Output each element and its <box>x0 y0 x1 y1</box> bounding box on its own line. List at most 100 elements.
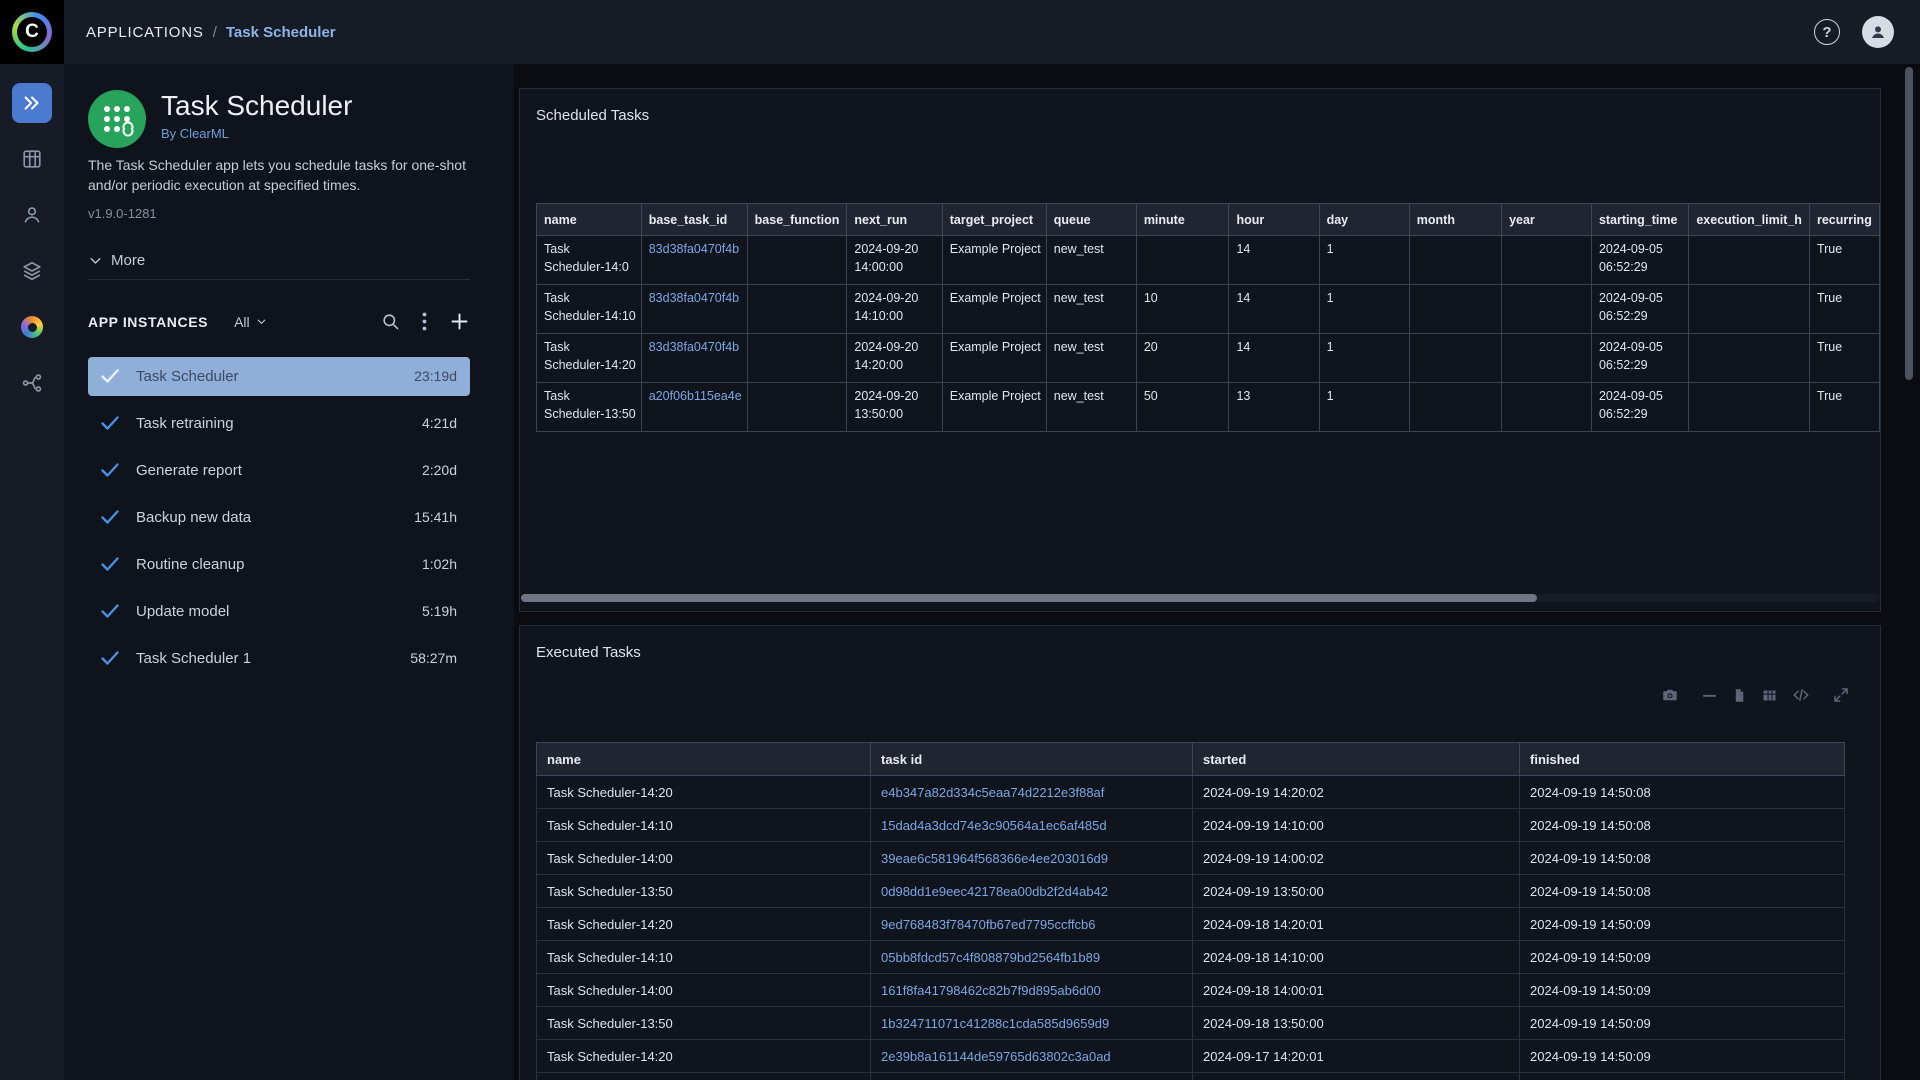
chevron-down-icon <box>90 258 101 264</box>
workers-icon[interactable] <box>12 195 52 235</box>
column-header: day <box>1318 203 1410 236</box>
table-cell: new_test <box>1045 382 1137 432</box>
table-cell <box>1408 382 1503 432</box>
table-cell: Task Scheduler-14:20 <box>536 775 871 809</box>
app-title: Task Scheduler <box>161 90 353 121</box>
horizontal-scrollbar-track[interactable] <box>521 594 1879 602</box>
task-id-link[interactable]: 83d38fa0470f4b <box>640 284 748 334</box>
table-cell: Task Scheduler-14:0 <box>536 235 642 285</box>
table-cell <box>1688 235 1810 285</box>
hyperdatasets-icon[interactable] <box>12 307 52 347</box>
code-icon[interactable] <box>1792 686 1810 704</box>
add-instance-button[interactable] <box>449 311 470 332</box>
logo-letter: C <box>17 17 47 47</box>
app-title-block: Task Scheduler By ClearML <box>161 90 352 148</box>
instance-row[interactable]: Task retraining 4:21d <box>88 404 470 443</box>
camera-icon[interactable] <box>1661 686 1679 704</box>
clearml-logo-icon: C <box>12 12 52 52</box>
minus-icon[interactable] <box>1701 687 1718 704</box>
applications-icon[interactable] <box>12 83 52 123</box>
executed-tasks-table: name task id started finished Task Schedule… <box>536 742 1845 1080</box>
table-cell: Task Scheduler-14:10 <box>536 808 871 842</box>
task-id-link[interactable]: 1b324711071c41288c1cda585d9659d9 <box>870 1006 1193 1040</box>
table-cell: Example Project <box>941 284 1047 334</box>
table-cell: 1 <box>1318 333 1410 383</box>
table-cell <box>1501 284 1592 334</box>
check-icon <box>101 557 119 571</box>
app-instances-label: APP INSTANCES <box>88 313 209 330</box>
task-id-link[interactable]: 161f8fa41798462c82b7f9d895ab6d00 <box>870 973 1193 1007</box>
horizontal-scrollbar-thumb[interactable] <box>521 594 1537 602</box>
table-cell: 1 <box>1318 284 1410 334</box>
table-cell <box>1688 284 1810 334</box>
breadcrumb-applications[interactable]: APPLICATIONS <box>86 24 204 41</box>
instance-row[interactable]: Backup new data 15:41h <box>88 498 470 537</box>
column-header: month <box>1408 203 1503 236</box>
projects-icon[interactable] <box>12 139 52 179</box>
table-cell: 2024-09-19 13:50:00 <box>1192 874 1520 908</box>
instance-name: Backup new data <box>136 508 252 526</box>
table-icon[interactable] <box>1761 687 1778 704</box>
task-id-link[interactable]: 2e39b8a161144de59765d63802c3a0ad <box>870 1039 1193 1073</box>
table-cell: 2024-09-19 14:50:08 <box>1519 775 1845 809</box>
table-cell: Task Scheduler-13:50 <box>536 874 871 908</box>
header-row: name task id started finished <box>536 742 1845 776</box>
table-cell: 2024-09-05 06:52:29 <box>1590 284 1690 334</box>
table-cell <box>746 284 848 334</box>
table-row: Task Scheduler-13:50 0d98dd1e9eec42178ea0… <box>536 874 1845 908</box>
vertical-scrollbar-thumb[interactable] <box>1905 67 1913 380</box>
task-id-link[interactable]: 83d38fa0470f4b <box>640 235 748 285</box>
table-cell: 1 <box>1318 382 1410 432</box>
task-id-link[interactable]: a20f06b115ea4e <box>640 382 748 432</box>
left-rail <box>0 64 64 1080</box>
table-cell: 2024-09-05 06:52:29 <box>1590 235 1690 285</box>
task-id-link[interactable]: 83d38fa0470f4b <box>640 333 748 383</box>
table-cell <box>1408 235 1503 285</box>
datasets-icon[interactable] <box>12 251 52 291</box>
instance-row[interactable]: Update model 5:19h <box>88 592 470 631</box>
task-id-link[interactable]: e4b347a82d334c5eaa74d2212e3f88af <box>870 775 1193 809</box>
instances-filter-dropdown[interactable]: All <box>234 314 267 330</box>
kebab-menu-icon[interactable] <box>422 312 427 331</box>
table-row: Task Scheduler-13:50 1b324711071c41288c1c… <box>536 1006 1845 1040</box>
table-cell <box>1192 1072 1520 1080</box>
column-header: base_function <box>746 203 848 236</box>
instance-name: Routine cleanup <box>136 555 245 573</box>
instance-row[interactable]: Task Scheduler 1 58:27m <box>88 639 470 678</box>
column-header: target_project <box>941 203 1047 236</box>
file-icon[interactable] <box>1732 687 1747 704</box>
instance-row[interactable]: Generate report 2:20d <box>88 451 470 490</box>
search-icon[interactable] <box>381 312 400 331</box>
table-cell: Task Scheduler-14:00 <box>536 841 871 875</box>
column-header: task id <box>870 742 1193 776</box>
help-icon[interactable]: ? <box>1814 19 1840 45</box>
table-row: Task Scheduler-14:00 39eae6c581964f568366… <box>536 841 1845 875</box>
task-id-link[interactable]: 15dad4a3dcd74e3c90564a1ec6af485d <box>870 808 1193 842</box>
instance-row[interactable]: Task Scheduler 23:19d <box>88 356 470 396</box>
help-glyph: ? <box>1822 23 1832 41</box>
column-header: name <box>536 742 871 776</box>
clearml-logo[interactable]: C <box>0 0 64 64</box>
task-id-link[interactable]: 39eae6c581964f568366e4ee203016d9 <box>870 841 1193 875</box>
table-cell: 2024-09-19 14:10:00 <box>1192 808 1520 842</box>
instance-row[interactable]: Routine cleanup 1:02h <box>88 545 470 584</box>
table-cell <box>1501 333 1592 383</box>
more-toggle[interactable]: More <box>88 251 470 271</box>
plot-toolbar <box>1661 686 1850 704</box>
user-avatar[interactable] <box>1862 16 1894 48</box>
task-id-link[interactable]: 9ed768483f78470fb67ed7795ccffcb6 <box>870 907 1193 941</box>
table-cell: 2024-09-18 14:10:00 <box>1192 940 1520 974</box>
table-cell: 2024-09-19 14:00:02 <box>1192 841 1520 875</box>
expand-icon[interactable] <box>1832 686 1850 704</box>
pipelines-icon[interactable] <box>12 363 52 403</box>
app-instances-header: APP INSTANCES All <box>88 300 470 344</box>
table-row: Task Scheduler-14:20 9ed768483f78470fb67e… <box>536 907 1845 941</box>
table-row: Task Scheduler-14:10 05bb8fdcd57c4f808879… <box>536 940 1845 974</box>
app-header: Task Scheduler By ClearML <box>64 64 514 148</box>
table-cell: True <box>1808 235 1881 285</box>
task-id-link[interactable]: 05bb8fdcd57c4f808879bd2564fb1b89 <box>870 940 1193 974</box>
header-row: name base_task_id base_function next_run tar… <box>536 203 1881 236</box>
table-cell: Task Scheduler-14:20 <box>536 907 871 941</box>
task-id-link[interactable]: 0d98dd1e9eec42178ea00db2f2d4ab42 <box>870 874 1193 908</box>
app-byline-link[interactable]: By ClearML <box>161 126 352 141</box>
